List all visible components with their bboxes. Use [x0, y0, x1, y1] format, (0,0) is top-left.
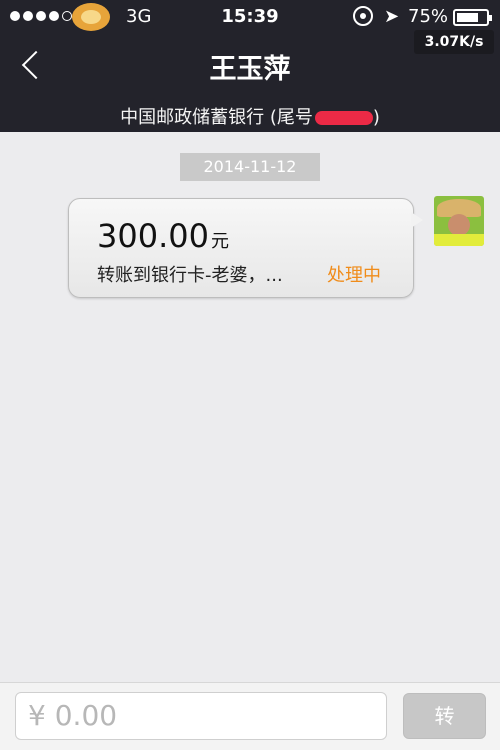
amount-value: 300.00 [97, 217, 209, 255]
status-bar: 3G 15:39 ➤ 75% 3.07K/s [0, 0, 500, 54]
amount-input[interactable]: ¥ 0.00 [15, 692, 387, 740]
battery-fill [457, 13, 478, 22]
transfer-description: 转账到银行卡-老婆，... [97, 265, 283, 286]
transfer-send-button[interactable]: 转 [403, 693, 486, 739]
user-avatar[interactable] [434, 196, 484, 246]
bubble-tail [411, 212, 423, 228]
amount-placeholder: 0.00 [54, 699, 118, 732]
rotation-lock-icon [353, 6, 373, 26]
top-bar: 3G 15:39 ➤ 75% 3.07K/s 王玉萍 中国邮政储蓄银行 (尾号) [0, 0, 500, 132]
bank-account-info: 中国邮政储蓄银行 (尾号) [0, 103, 500, 129]
transfer-amount: 300.00 元 [97, 217, 229, 255]
currency-symbol: ¥ [28, 699, 46, 732]
location-arrow-icon: ➤ [384, 6, 400, 27]
redacted-account-number [314, 111, 373, 125]
contact-name: 王玉萍 [209, 54, 291, 85]
amount-unit: 元 [210, 231, 229, 252]
battery-icon [453, 9, 492, 26]
battery-percentage: 75% [408, 6, 449, 27]
message-date: 2014-11-12 [180, 153, 320, 181]
transfer-message-bubble[interactable]: 300.00 元 转账到银行卡-老婆，... 处理中 [68, 198, 414, 298]
input-bar: ¥ 0.00 转 [0, 682, 500, 750]
bank-name-close: ) [372, 107, 380, 128]
bank-name: 中国邮政储蓄银行 (尾号 [120, 107, 313, 128]
transfer-status: 处理中 [327, 265, 381, 286]
